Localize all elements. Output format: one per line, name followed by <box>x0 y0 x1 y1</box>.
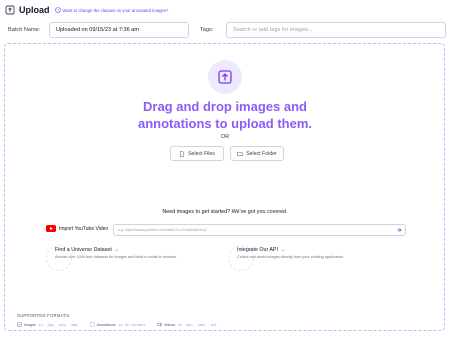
format-videos: Videos in .mov, .mp4, .avi <box>157 322 217 327</box>
youtube-label: Import YouTube Video <box>59 225 109 232</box>
format-annotations: Annotations in 26 formats <box>89 322 146 327</box>
svg-text:?: ? <box>57 8 59 12</box>
format-annotations-label: Annotations <box>96 322 116 327</box>
universe-dataset-title: Find a Universe Dataset <box>55 247 112 253</box>
select-folder-label: Select Folder <box>246 150 277 157</box>
dropzone-title-line1: Drag and drop images and <box>143 99 307 114</box>
getting-started-heading: Need images to get started? We've got yo… <box>162 209 288 215</box>
change-classes-link[interactable]: ? Want to change the classes on your ann… <box>54 7 169 13</box>
dropzone-title-line2: annotations to upload them. <box>137 116 313 131</box>
file-icon <box>180 150 185 157</box>
select-files-label: Select Files <box>188 150 215 157</box>
format-videos-label: Videos <box>164 322 176 327</box>
annotation-icon <box>89 322 95 327</box>
format-annotations-ext: in 26 formats <box>118 322 146 327</box>
batch-name-label: Batch Name: <box>8 27 41 33</box>
select-files-button[interactable]: Select Files <box>170 146 224 161</box>
universe-dataset-desc: Access over 100k free datasets for image… <box>55 255 178 259</box>
arrow-right-icon: → <box>279 247 286 253</box>
integrate-api-desc: Collect real-world images directly from … <box>237 255 344 259</box>
integrate-api-link[interactable]: Integrate Our API → <box>237 247 285 253</box>
batch-name-value: Uploaded on 09/15/23 at 7:36 am <box>56 27 140 33</box>
upload-icon <box>5 5 15 15</box>
folder-icon <box>237 151 243 156</box>
or-divider: OR <box>220 134 230 140</box>
youtube-import: Import YouTube Video <box>46 225 108 232</box>
format-images: Images in .jpg, .png, .bmp <box>17 322 78 327</box>
arrow-right-icon[interactable] <box>396 227 402 233</box>
supported-formats-title: SUPPORTED FORMATS <box>17 313 70 318</box>
page-header: Upload ? Want to change the classes on y… <box>5 4 168 16</box>
tags-input[interactable]: Search or add tags for images... <box>226 22 446 38</box>
universe-dataset-link[interactable]: Find a Universe Dataset → <box>55 247 119 253</box>
batch-name-input[interactable]: Uploaded on 09/15/23 at 7:36 am <box>49 22 189 38</box>
video-icon <box>157 322 163 327</box>
format-images-label: Images <box>24 322 36 327</box>
tags-placeholder: Search or add tags for images... <box>233 27 313 33</box>
format-images-ext: in .jpg, .png, .bmp <box>38 322 78 327</box>
youtube-icon <box>46 225 56 232</box>
supported-formats-list: Images in .jpg, .png, .bmp Annotations i… <box>17 322 229 327</box>
select-folder-button[interactable]: Select Folder <box>230 146 284 161</box>
format-videos-ext: in .mov, .mp4, .avi <box>178 322 217 327</box>
help-icon: ? <box>54 7 61 13</box>
tags-label: Tags: <box>200 27 214 33</box>
change-classes-link-text: Want to change the classes on your annot… <box>62 7 169 13</box>
arrow-right-icon: → <box>113 247 120 253</box>
page-title: Upload <box>19 5 50 15</box>
upload-arrow-icon <box>208 60 242 94</box>
youtube-url-input[interactable]: e.g. https://www.youtube.com/watch?v=xOx… <box>113 224 406 236</box>
youtube-url-placeholder: e.g. https://www.youtube.com/watch?v=xOx… <box>118 228 207 232</box>
integrate-api-title: Integrate Our API <box>237 247 278 253</box>
image-icon <box>17 322 22 327</box>
